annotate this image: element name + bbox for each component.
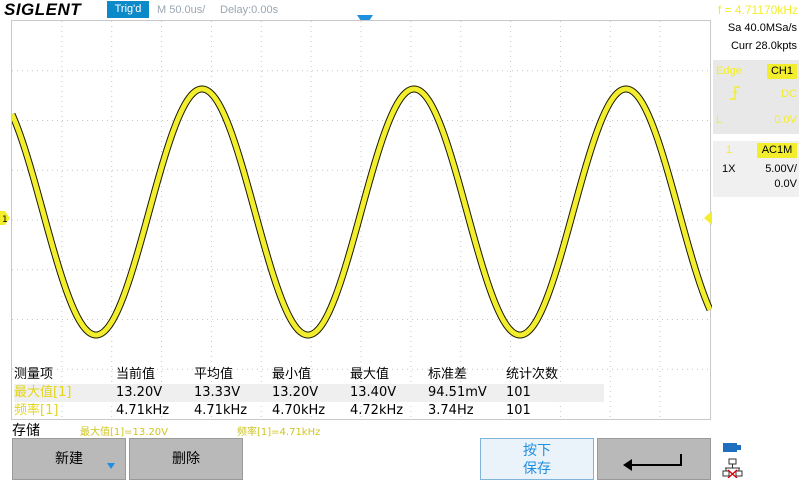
- cell: 13.20V: [272, 385, 319, 400]
- column-header: 最大值: [350, 367, 390, 382]
- measurement-status-item: 最大值[1]=13.20V: [80, 427, 169, 438]
- press-save-button[interactable]: 按下 保存: [480, 438, 594, 480]
- sample-rate: Sa 40.0MSa/s: [727, 22, 797, 34]
- cell: 101: [506, 385, 531, 400]
- delay-readout: Delay:0.00s: [220, 4, 279, 16]
- channel-coupling-badge: AC1M: [757, 143, 797, 158]
- chevron-down-icon: [107, 463, 115, 469]
- cell: 4.71kHz: [194, 403, 248, 418]
- probe-ratio: 1X: [722, 163, 736, 175]
- column-header: 当前值: [116, 367, 156, 382]
- delete-button-label: 删除: [172, 451, 200, 467]
- trigger-coupling: DC: [781, 88, 797, 100]
- cell: 13.20V: [116, 385, 163, 400]
- usb-icon: [723, 443, 741, 452]
- cell: 13.40V: [350, 385, 397, 400]
- channel-1-marker-label: 1: [2, 215, 8, 225]
- trigger-level-value: 0.0V: [774, 114, 797, 126]
- measurement-statistics-table: 测量项 当前值 平均值 最小值 最大值 标准差 统计次数 最大值[1] 13.2…: [14, 366, 604, 420]
- vertical-scale: 5.00V/: [765, 163, 797, 175]
- frequency-counter: f = 4.71170kHz: [717, 3, 798, 17]
- column-header: 标准差: [428, 367, 468, 382]
- timebase-readout: M 50.0us/: [157, 4, 206, 16]
- cell: 4.70kHz: [272, 403, 326, 418]
- cell: 4.71kHz: [116, 403, 170, 418]
- row-label: 频率[1]: [14, 403, 59, 418]
- cell: 94.51mV: [428, 385, 487, 400]
- graticule: [12, 21, 712, 419]
- waveform-display[interactable]: [11, 20, 712, 420]
- trigger-level-marker-icon[interactable]: [704, 211, 712, 225]
- table-row[interactable]: 最大值[1] 13.20V 13.33V 13.20V 13.40V 94.51…: [14, 384, 604, 402]
- trigger-source-badge: CH1: [767, 64, 797, 79]
- vertical-offset: 0.0V: [774, 178, 797, 190]
- table-row[interactable]: 频率[1] 4.71kHz 4.71kHz 4.70kHz 4.72kHz 3.…: [14, 402, 604, 420]
- column-header: 最小值: [272, 367, 312, 382]
- new-button-label: 新建: [55, 451, 83, 467]
- menu-title: 存储: [12, 423, 40, 439]
- press-save-line1: 按下: [523, 443, 551, 459]
- cell: 13.33V: [194, 385, 241, 400]
- column-header: 统计次数: [506, 367, 559, 382]
- trigger-status-badge: Trig'd: [107, 1, 149, 18]
- trigger-level-label: L: [716, 114, 723, 126]
- return-arrow-icon: [623, 454, 682, 471]
- cell: 4.72kHz: [350, 403, 404, 418]
- top-status-bar: SIGLENT Trig'd M 50.0us/ Delay:0.00s f =…: [0, 0, 800, 20]
- rising-edge-icon: [730, 86, 740, 100]
- cell: 101: [506, 403, 531, 418]
- channel-number: 1: [726, 144, 733, 156]
- row-label: 最大值[1]: [14, 385, 72, 400]
- network-icon: [722, 458, 743, 478]
- delete-button[interactable]: 删除: [129, 438, 243, 480]
- measurement-status-item: 频率[1]=4.71kHz: [237, 427, 321, 438]
- brand-logo: SIGLENT: [4, 0, 82, 19]
- cell: 3.74Hz: [428, 403, 474, 418]
- channel-1-waveform: [12, 86, 712, 338]
- table-header-row: 测量项 当前值 平均值 最小值 最大值 标准差 统计次数: [14, 366, 604, 384]
- trigger-type: Edge: [716, 65, 742, 77]
- channel-1-offset-marker-icon[interactable]: 1: [0, 211, 10, 225]
- memory-depth: Curr 28.0kpts: [730, 40, 797, 52]
- column-header: 测量项: [14, 367, 54, 382]
- column-header: 平均值: [194, 367, 234, 382]
- press-save-line2: 保存: [523, 461, 551, 477]
- new-button[interactable]: 新建: [12, 438, 126, 480]
- return-button[interactable]: [597, 438, 711, 480]
